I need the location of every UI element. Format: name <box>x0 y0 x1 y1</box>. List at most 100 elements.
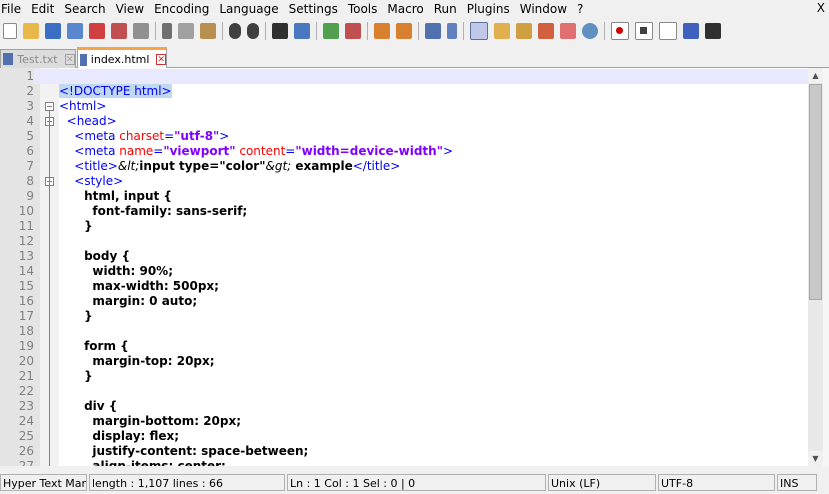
code-text[interactable]: html, input { <box>59 189 172 204</box>
menu-settings[interactable]: Settings <box>287 2 346 16</box>
code-text[interactable]: body { <box>59 249 130 264</box>
code-text[interactable]: <title>&lt;input type="color"&gt; exampl… <box>59 159 400 174</box>
code-line[interactable]: 18 <box>0 324 808 339</box>
code-line[interactable]: 11 } <box>0 219 808 234</box>
code-text[interactable]: width: 90%; <box>59 264 173 279</box>
close-file-icon[interactable] <box>89 23 105 39</box>
code-line[interactable]: 25 display: flex; <box>0 429 808 444</box>
zoom-in-icon[interactable] <box>323 23 339 39</box>
code-line[interactable]: 9 html, input { <box>0 189 808 204</box>
open-file-icon[interactable] <box>23 23 39 39</box>
code-line[interactable]: 27 align-items: center; <box>0 459 808 466</box>
fold-toggle-icon[interactable] <box>45 102 54 111</box>
menu-run[interactable]: Run <box>432 2 465 16</box>
status-insert-mode[interactable]: INS <box>777 474 817 491</box>
redo-icon[interactable] <box>247 23 259 39</box>
code-line[interactable]: 1 <box>0 69 808 84</box>
code-text[interactable]: font-family: sans-serif; <box>59 204 247 219</box>
undo-icon[interactable] <box>229 23 241 39</box>
find-icon[interactable] <box>272 23 288 39</box>
code-text[interactable]: } <box>59 369 93 384</box>
code-line[interactable]: 8 <style> <box>0 174 808 189</box>
code-text[interactable]: } <box>59 309 93 324</box>
record-macro-icon[interactable] <box>611 22 629 40</box>
code-line[interactable]: 12 <box>0 234 808 249</box>
new-file-icon[interactable] <box>3 23 17 39</box>
code-line[interactable]: 19 form { <box>0 339 808 354</box>
code-line[interactable]: 17 } <box>0 309 808 324</box>
copy-icon[interactable] <box>178 23 194 39</box>
code-text[interactable]: margin-bottom: 20px; <box>59 414 241 429</box>
code-text[interactable]: align-items: center; <box>59 459 225 466</box>
status-eol[interactable]: Unix (LF) <box>548 474 656 491</box>
code-line[interactable]: 5 <meta charset="utf-8"> <box>0 129 808 144</box>
code-text[interactable]: <meta charset="utf-8"> <box>59 129 229 144</box>
menu-edit[interactable]: Edit <box>29 2 62 16</box>
code-line[interactable]: 7 <title>&lt;input type="color"&gt; exam… <box>0 159 808 174</box>
tab-close-icon[interactable]: ✕ <box>64 53 75 65</box>
code-text[interactable]: <head> <box>59 114 117 129</box>
code-line[interactable]: 16 margin: 0 auto; <box>0 294 808 309</box>
code-text[interactable]: <html> <box>59 99 106 114</box>
udl-icon[interactable] <box>494 23 510 39</box>
scroll-down-arrow-icon[interactable]: ▼ <box>808 451 823 466</box>
scrollbar-thumb[interactable] <box>809 84 822 300</box>
code-text[interactable]: margin: 0 auto; <box>59 294 197 309</box>
print-icon[interactable] <box>133 23 149 39</box>
code-line[interactable]: 10 font-family: sans-serif; <box>0 204 808 219</box>
menu-search[interactable]: Search <box>62 2 113 16</box>
function-list-icon[interactable] <box>538 23 554 39</box>
save-all-icon[interactable] <box>67 23 83 39</box>
save-macro-icon[interactable] <box>705 23 721 39</box>
code-text[interactable]: justify-content: space-between; <box>59 444 308 459</box>
code-text[interactable]: <style> <box>59 174 123 189</box>
code-text[interactable]: max-width: 500px; <box>59 279 219 294</box>
code-line[interactable]: 6 <meta name="viewport" content="width=d… <box>0 144 808 159</box>
code-text[interactable]: margin-top: 20px; <box>59 354 214 369</box>
code-text[interactable]: form { <box>59 339 129 354</box>
menu-language[interactable]: Language <box>217 2 286 16</box>
code-line[interactable]: 26 justify-content: space-between; <box>0 444 808 459</box>
code-line[interactable]: 21 } <box>0 369 808 384</box>
close-document-icon[interactable]: X <box>817 1 825 15</box>
code-line[interactable]: 15 max-width: 500px; <box>0 279 808 294</box>
code-line[interactable]: 22 <box>0 384 808 399</box>
zoom-out-icon[interactable] <box>345 23 361 39</box>
vertical-scrollbar[interactable]: ▲ ▼ <box>808 68 823 466</box>
status-encoding[interactable]: UTF-8 <box>658 474 775 491</box>
menu-macro[interactable]: Macro <box>385 2 431 16</box>
code-line[interactable]: 4 <head> <box>0 114 808 129</box>
cut-icon[interactable] <box>162 23 172 39</box>
menu-help[interactable]: ? <box>575 2 591 16</box>
close-all-icon[interactable] <box>111 23 127 39</box>
code-line[interactable]: 14 width: 90%; <box>0 264 808 279</box>
word-wrap-icon[interactable] <box>425 23 441 39</box>
code-line[interactable]: 24 margin-bottom: 20px; <box>0 414 808 429</box>
menu-tools[interactable]: Tools <box>346 2 386 16</box>
tab-index-html[interactable]: index.html ✕ <box>77 47 167 69</box>
scroll-up-arrow-icon[interactable]: ▲ <box>808 68 823 83</box>
stop-macro-icon[interactable] <box>635 22 653 40</box>
save-icon[interactable] <box>45 23 61 39</box>
code-text[interactable]: display: flex; <box>59 429 179 444</box>
document-map-icon[interactable] <box>516 23 532 39</box>
code-text[interactable]: <meta name="viewport" content="width=dev… <box>59 144 453 159</box>
tab-close-icon[interactable]: ✕ <box>156 54 166 65</box>
code-text[interactable]: } <box>59 219 93 234</box>
code-line[interactable]: 3 <html> <box>0 99 808 114</box>
paste-icon[interactable] <box>200 23 216 39</box>
menu-window[interactable]: Window <box>518 2 575 16</box>
monitoring-icon[interactable] <box>582 23 598 39</box>
code-editor[interactable]: 1 2 <!DOCTYPE html> 3 <html> 4 <head> 5 <meta … <box>0 68 808 466</box>
menu-encoding[interactable]: Encoding <box>152 2 217 16</box>
code-line[interactable]: 23 div { <box>0 399 808 414</box>
code-line[interactable]: 13 body { <box>0 249 808 264</box>
code-text[interactable]: div { <box>59 399 117 414</box>
play-macro-icon[interactable] <box>659 22 677 40</box>
code-line[interactable]: 2 <!DOCTYPE html> <box>0 84 808 99</box>
show-all-characters-icon[interactable] <box>447 23 457 39</box>
menu-plugins[interactable]: Plugins <box>465 2 518 16</box>
indent-guide-icon[interactable] <box>470 22 488 40</box>
code-text[interactable]: <!DOCTYPE html> <box>59 84 172 99</box>
run-macro-multiple-icon[interactable] <box>683 23 699 39</box>
